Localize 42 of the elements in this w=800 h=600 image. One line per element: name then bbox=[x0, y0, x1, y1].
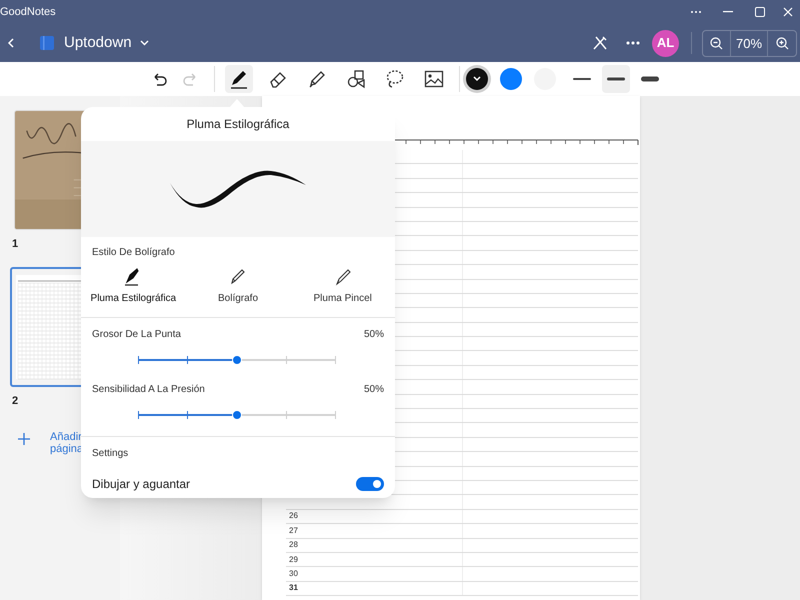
pen-style-option[interactable]: Pluma Pincel bbox=[290, 268, 396, 317]
page-number: 2 bbox=[12, 394, 18, 408]
toggle-switch[interactable] bbox=[356, 477, 384, 491]
document-title[interactable]: Uptodown bbox=[64, 32, 132, 54]
back-icon[interactable] bbox=[6, 36, 16, 50]
slider-label: Grosor De La Punta bbox=[92, 328, 181, 342]
slider-thumb[interactable] bbox=[232, 410, 242, 420]
slider-label: Sensibilidad A La Presión bbox=[92, 383, 205, 397]
line-thickness-icon bbox=[641, 76, 659, 82]
pen-icon bbox=[229, 268, 247, 286]
slider[interactable] bbox=[138, 353, 336, 367]
pen-style-option[interactable]: Pluma Estilográfica bbox=[81, 268, 186, 317]
more-icon[interactable] bbox=[626, 40, 640, 46]
slider-value: 50% bbox=[364, 383, 384, 397]
window-title: GoodNotes bbox=[0, 4, 56, 20]
notebook-icon bbox=[40, 36, 54, 50]
row-number: 27 bbox=[289, 524, 298, 537]
avatar[interactable]: AL bbox=[652, 30, 679, 56]
row-number: 31 bbox=[289, 582, 298, 594]
pen-icon[interactable] bbox=[225, 65, 253, 93]
row-number: 26 bbox=[289, 510, 298, 522]
pen-off-icon[interactable] bbox=[592, 35, 608, 51]
row-number: 30 bbox=[289, 568, 298, 580]
popover-title: Pluma Estilográfica bbox=[186, 116, 290, 133]
stroke-width-option[interactable] bbox=[602, 65, 630, 93]
zoom-level: 70% bbox=[731, 30, 768, 56]
color-swatch[interactable] bbox=[466, 68, 488, 90]
slider[interactable] bbox=[138, 408, 336, 422]
plus-icon[interactable] bbox=[18, 433, 30, 445]
brush-pen-icon bbox=[334, 268, 352, 286]
setting-label: Dibujar y aguantar bbox=[92, 476, 190, 493]
chevron-down-icon[interactable] bbox=[140, 40, 149, 46]
page-number: 1 bbox=[12, 237, 18, 252]
row-number: 28 bbox=[289, 539, 298, 552]
line-thickness-icon bbox=[607, 76, 625, 82]
section-heading: Estilo De Bolígrafo bbox=[92, 246, 176, 260]
pen-style-option[interactable]: Bolígrafo bbox=[186, 268, 290, 317]
slider-value: 50% bbox=[364, 328, 384, 342]
slider-thumb[interactable] bbox=[232, 355, 242, 365]
row-number: 29 bbox=[289, 554, 298, 566]
color-swatch[interactable] bbox=[500, 68, 522, 90]
section-heading: Settings bbox=[92, 447, 130, 461]
